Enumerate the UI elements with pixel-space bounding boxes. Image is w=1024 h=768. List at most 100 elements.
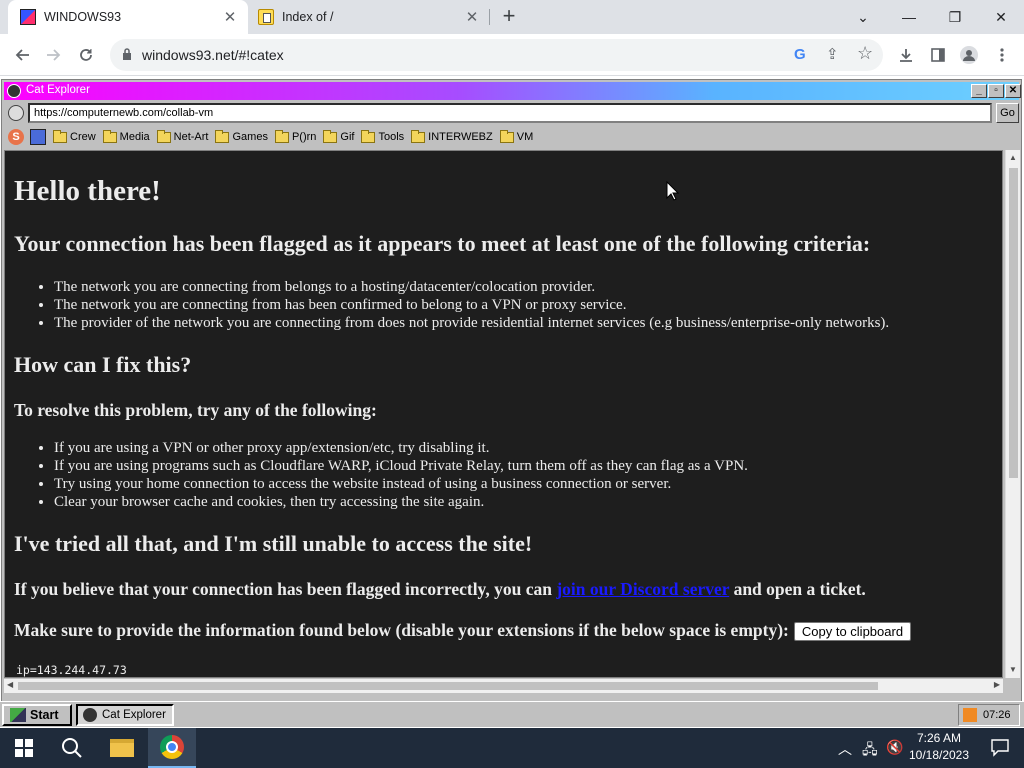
bookmark-folder-net-art[interactable]: Net-Art [156,129,208,143]
start-logo-icon [10,708,26,722]
minimize-button[interactable]: — [886,0,932,34]
windows-start-icon[interactable] [0,728,48,768]
copy-to-clipboard-button[interactable]: Copy to clipboard [793,622,912,642]
ticket-paragraph: If you believe that your connection has … [14,579,866,599]
folder-icon [411,129,426,143]
list-item: The provider of the network you are conn… [54,314,889,332]
globe-icon [8,105,24,121]
list-item: Clear your browser cache and cookies, th… [54,493,748,511]
list-item: If you are using a VPN or other proxy ap… [54,439,748,457]
close-button[interactable]: ✕ [1005,84,1021,98]
tab-title: WINDOWS93 [44,10,122,24]
tab-close-icon[interactable]: ✕ [460,8,484,26]
network-icon[interactable]: 🖧 [862,739,878,763]
system-clock[interactable]: 7:26 AM 10/18/2023 [908,730,970,764]
address-url[interactable]: windows93.net/#!catex [142,47,284,63]
side-panel-icon[interactable] [924,41,952,69]
menu-kebab-icon[interactable] [988,41,1016,69]
bookmark-folder-gif[interactable]: Gif [323,129,354,143]
volume-muted-icon[interactable]: 🔇 [886,739,903,756]
profile-avatar-icon[interactable] [955,41,983,69]
folder-icon [499,129,514,143]
reload-icon[interactable] [72,41,100,69]
browser-tab-strip: WINDOWS93 ✕ Index of / ✕ + ⌄ — ❐ ✕ [0,0,1024,34]
share-icon[interactable]: ⇪ [826,45,839,63]
tab-windows93[interactable]: WINDOWS93 ✕ [8,0,248,34]
w93-taskbar: Start Cat Explorer 07:26 [0,701,1024,727]
lock-icon[interactable] [122,48,132,60]
bookmark-folder-crew[interactable]: Crew [53,129,96,143]
horizontal-scroll-thumb[interactable] [18,682,878,690]
fixes-list: If you are using a VPN or other proxy ap… [54,439,748,511]
web-content-viewport: Hello there! Your connection has been fl… [4,150,1003,678]
page-heading: Hello there! [14,175,161,207]
ip-info-text[interactable]: ip=143.244.47.73 [16,663,127,677]
bookmark-folder-games[interactable]: Games [215,129,268,143]
notifications-icon[interactable] [976,728,1024,768]
folder-icon [323,129,338,143]
cat-explorer-icon [7,84,21,98]
start-button[interactable]: Start [2,704,72,726]
tab-close-icon[interactable]: ✕ [218,8,242,26]
bookmarks-bar: S Crew Media Net-Art Games P()rn Gif Too… [4,126,1019,148]
vertical-scrollbar[interactable]: ▲ ▼ [1005,150,1020,678]
horizontal-scrollbar[interactable]: ◀ ▶ [4,679,1003,693]
file-explorer-icon[interactable] [98,728,146,768]
folder-icon [156,129,171,143]
discord-link[interactable]: join our Discord server [556,579,729,599]
bookmark-folder-interwebz[interactable]: INTERWEBZ [411,129,493,143]
window-titlebar[interactable]: Cat Explorer _ ▫ ✕ [4,82,1021,100]
list-item: Try using your home connection to access… [54,475,748,493]
tab-search-dropdown-icon[interactable]: ⌄ [840,0,886,34]
new-tab-button[interactable]: + [496,4,522,30]
bookmark-folder-tools[interactable]: Tools [361,129,404,143]
window-title: Cat Explorer [26,84,90,96]
browser-toolbar: windows93.net/#!catex G ⇪ ☆ [0,34,1024,76]
folder-icon [102,129,117,143]
tray-chevron-up-icon[interactable]: ︿ [838,739,852,759]
criteria-list: The network you are connecting from belo… [54,278,889,332]
chrome-taskbar-icon[interactable] [148,728,196,768]
rss-icon[interactable] [963,708,977,722]
index-favicon-icon [258,9,274,25]
maximize-button[interactable]: ❐ [932,0,978,34]
bookmark-folder-vm[interactable]: VM [499,129,533,143]
vertical-scroll-thumb[interactable] [1009,168,1018,478]
forward-icon[interactable] [40,41,68,69]
maximize-button[interactable]: ▫ [988,84,1004,98]
scroll-up-icon[interactable]: ▲ [1009,153,1017,162]
w-bookmark-icon[interactable] [30,129,46,145]
list-item: The network you are connecting from belo… [54,278,889,296]
back-icon[interactable] [8,41,36,69]
cat-address-bar: Go [4,102,1019,124]
scroll-left-icon[interactable]: ◀ [7,680,13,689]
taskbar-item-cat-explorer[interactable]: Cat Explorer [76,704,174,726]
tab-index-of[interactable]: Index of / ✕ [248,0,490,34]
mouse-cursor-icon [666,181,680,201]
address-bar[interactable]: windows93.net/#!catex G ⇪ ☆ [110,39,883,71]
w93-clock: 07:26 [983,709,1011,721]
folder-icon [215,129,230,143]
bookmark-folder-p-rn[interactable]: P()rn [274,129,316,143]
download-icon[interactable] [892,41,920,69]
bookmark-star-icon[interactable]: ☆ [857,43,873,64]
s-bookmark-icon[interactable]: S [8,129,24,145]
scroll-right-icon[interactable]: ▶ [994,680,1000,689]
tab-title: Index of / [282,10,334,24]
windows93-favicon-icon [20,9,36,25]
cat-explorer-window: Cat Explorer _ ▫ ✕ Go S Crew Media Net-A… [1,79,1022,727]
folder-icon [53,129,67,143]
tried-heading: I've tried all that, and I'm still unabl… [14,531,533,556]
cat-url-input[interactable] [28,103,992,123]
bookmark-folder-media[interactable]: Media [102,129,150,143]
go-button[interactable]: Go [996,103,1019,123]
folder-icon [361,129,376,143]
fix-heading: How can I fix this? [14,352,192,377]
info-paragraph: Make sure to provide the information fou… [14,620,912,642]
close-window-button[interactable]: ✕ [978,0,1024,34]
google-lens-icon[interactable]: G [794,46,806,63]
scroll-down-icon[interactable]: ▼ [1009,665,1017,674]
minimize-button[interactable]: _ [971,84,987,98]
w93-system-tray: 07:26 [958,704,1020,726]
search-icon[interactable] [48,728,96,768]
